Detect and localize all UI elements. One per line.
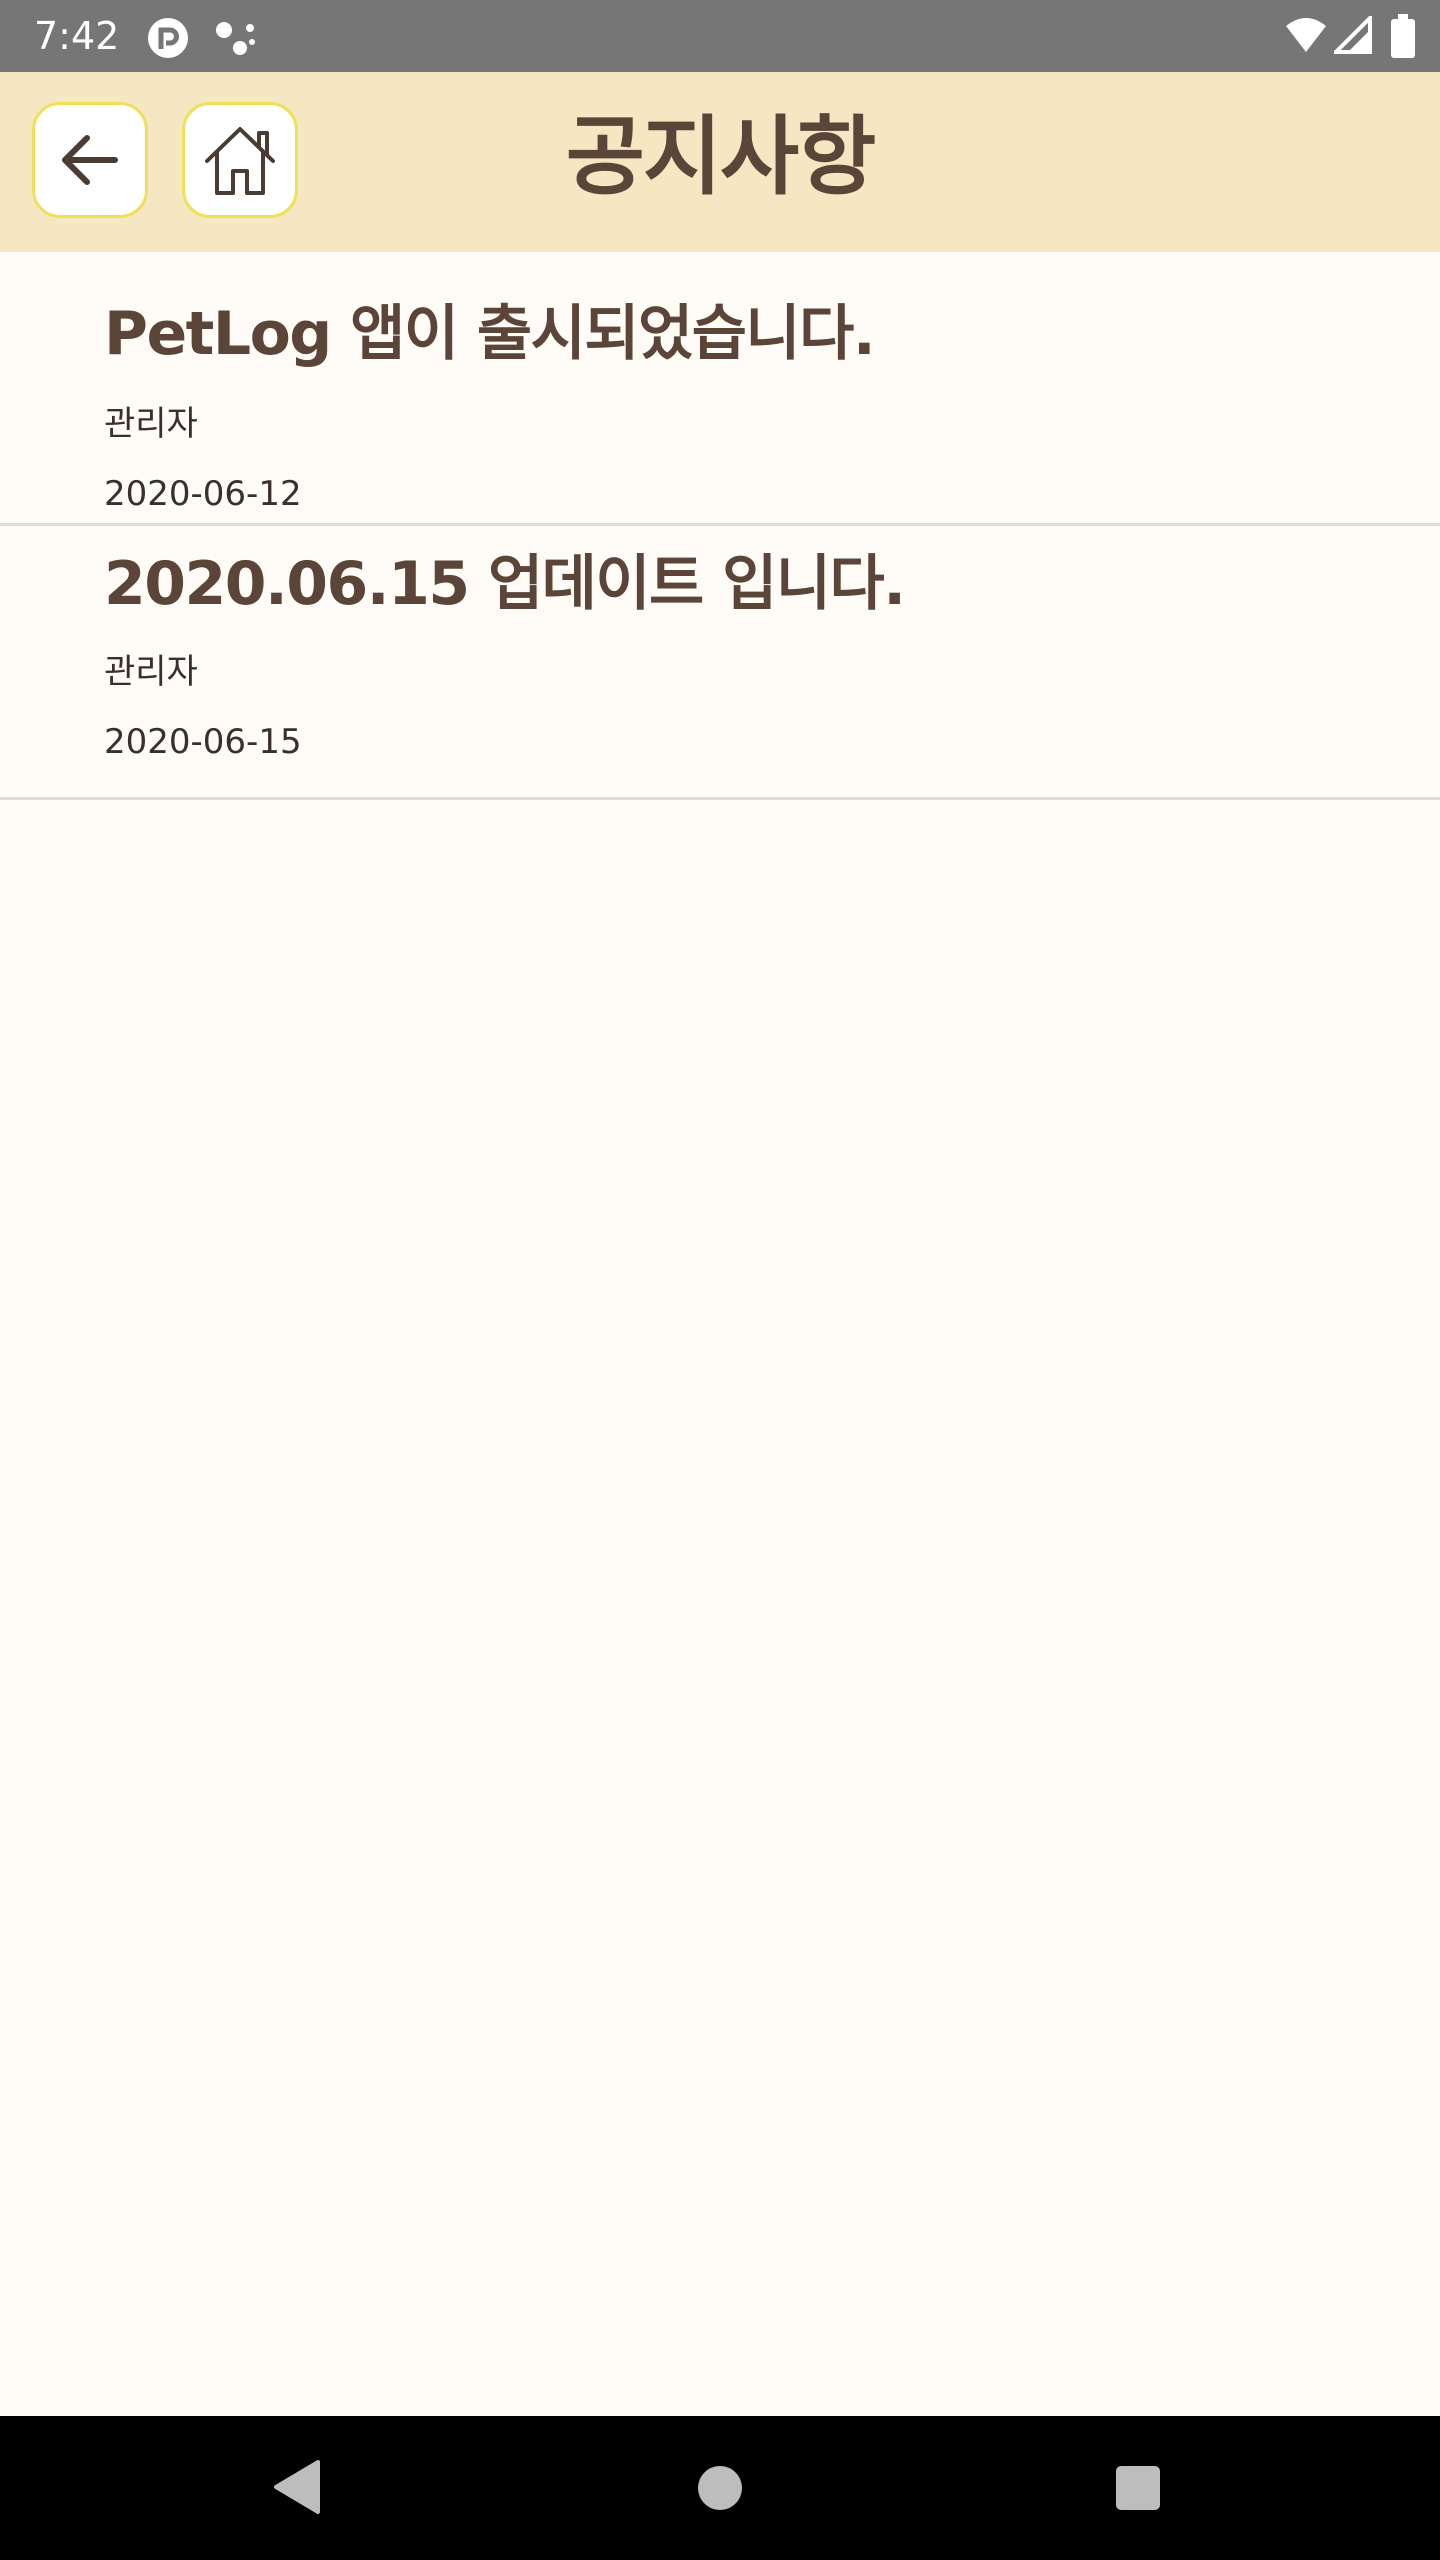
home-icon	[205, 127, 275, 195]
list-item[interactable]: PetLog 앱이 출시되었습니다. 관리자 2020-06-12	[0, 252, 1440, 526]
notice-date: 2020-06-12	[104, 474, 302, 514]
back-button[interactable]	[32, 102, 148, 218]
notice-author: 관리자	[104, 404, 198, 444]
recents-square-icon[interactable]	[1114, 2464, 1162, 2512]
status-time: 7:42	[34, 14, 120, 58]
notice-date: 2020-06-15	[104, 722, 302, 762]
home-button[interactable]	[182, 102, 298, 218]
cellular-signal-icon	[1334, 16, 1372, 54]
battery-icon	[1391, 14, 1415, 58]
arrow-left-icon	[62, 135, 118, 185]
back-triangle-icon[interactable]	[272, 2458, 322, 2516]
system-nav-bar	[0, 2416, 1440, 2560]
wifi-icon	[1286, 18, 1326, 52]
list-item[interactable]: 2020.06.15 업데이트 입니다. 관리자 2020-06-15	[0, 526, 1440, 800]
notice-author: 관리자	[104, 652, 198, 692]
notification-dots-icon	[216, 22, 255, 55]
home-circle-icon[interactable]	[696, 2464, 744, 2512]
notification-app-icon	[148, 18, 188, 58]
notice-title: 2020.06.15 업데이트 입니다.	[104, 549, 906, 619]
notice-title: PetLog 앱이 출시되었습니다.	[104, 299, 876, 369]
notice-list: PetLog 앱이 출시되었습니다. 관리자 2020-06-12 2020.0…	[0, 252, 1440, 800]
app-bar: 공지사항	[0, 72, 1440, 252]
notice-screen: 7:42 공지사항 PetLog 앱이 출시되었습니다. 관리자 2020-06…	[0, 0, 1440, 2560]
status-bar: 7:42	[0, 0, 1440, 72]
